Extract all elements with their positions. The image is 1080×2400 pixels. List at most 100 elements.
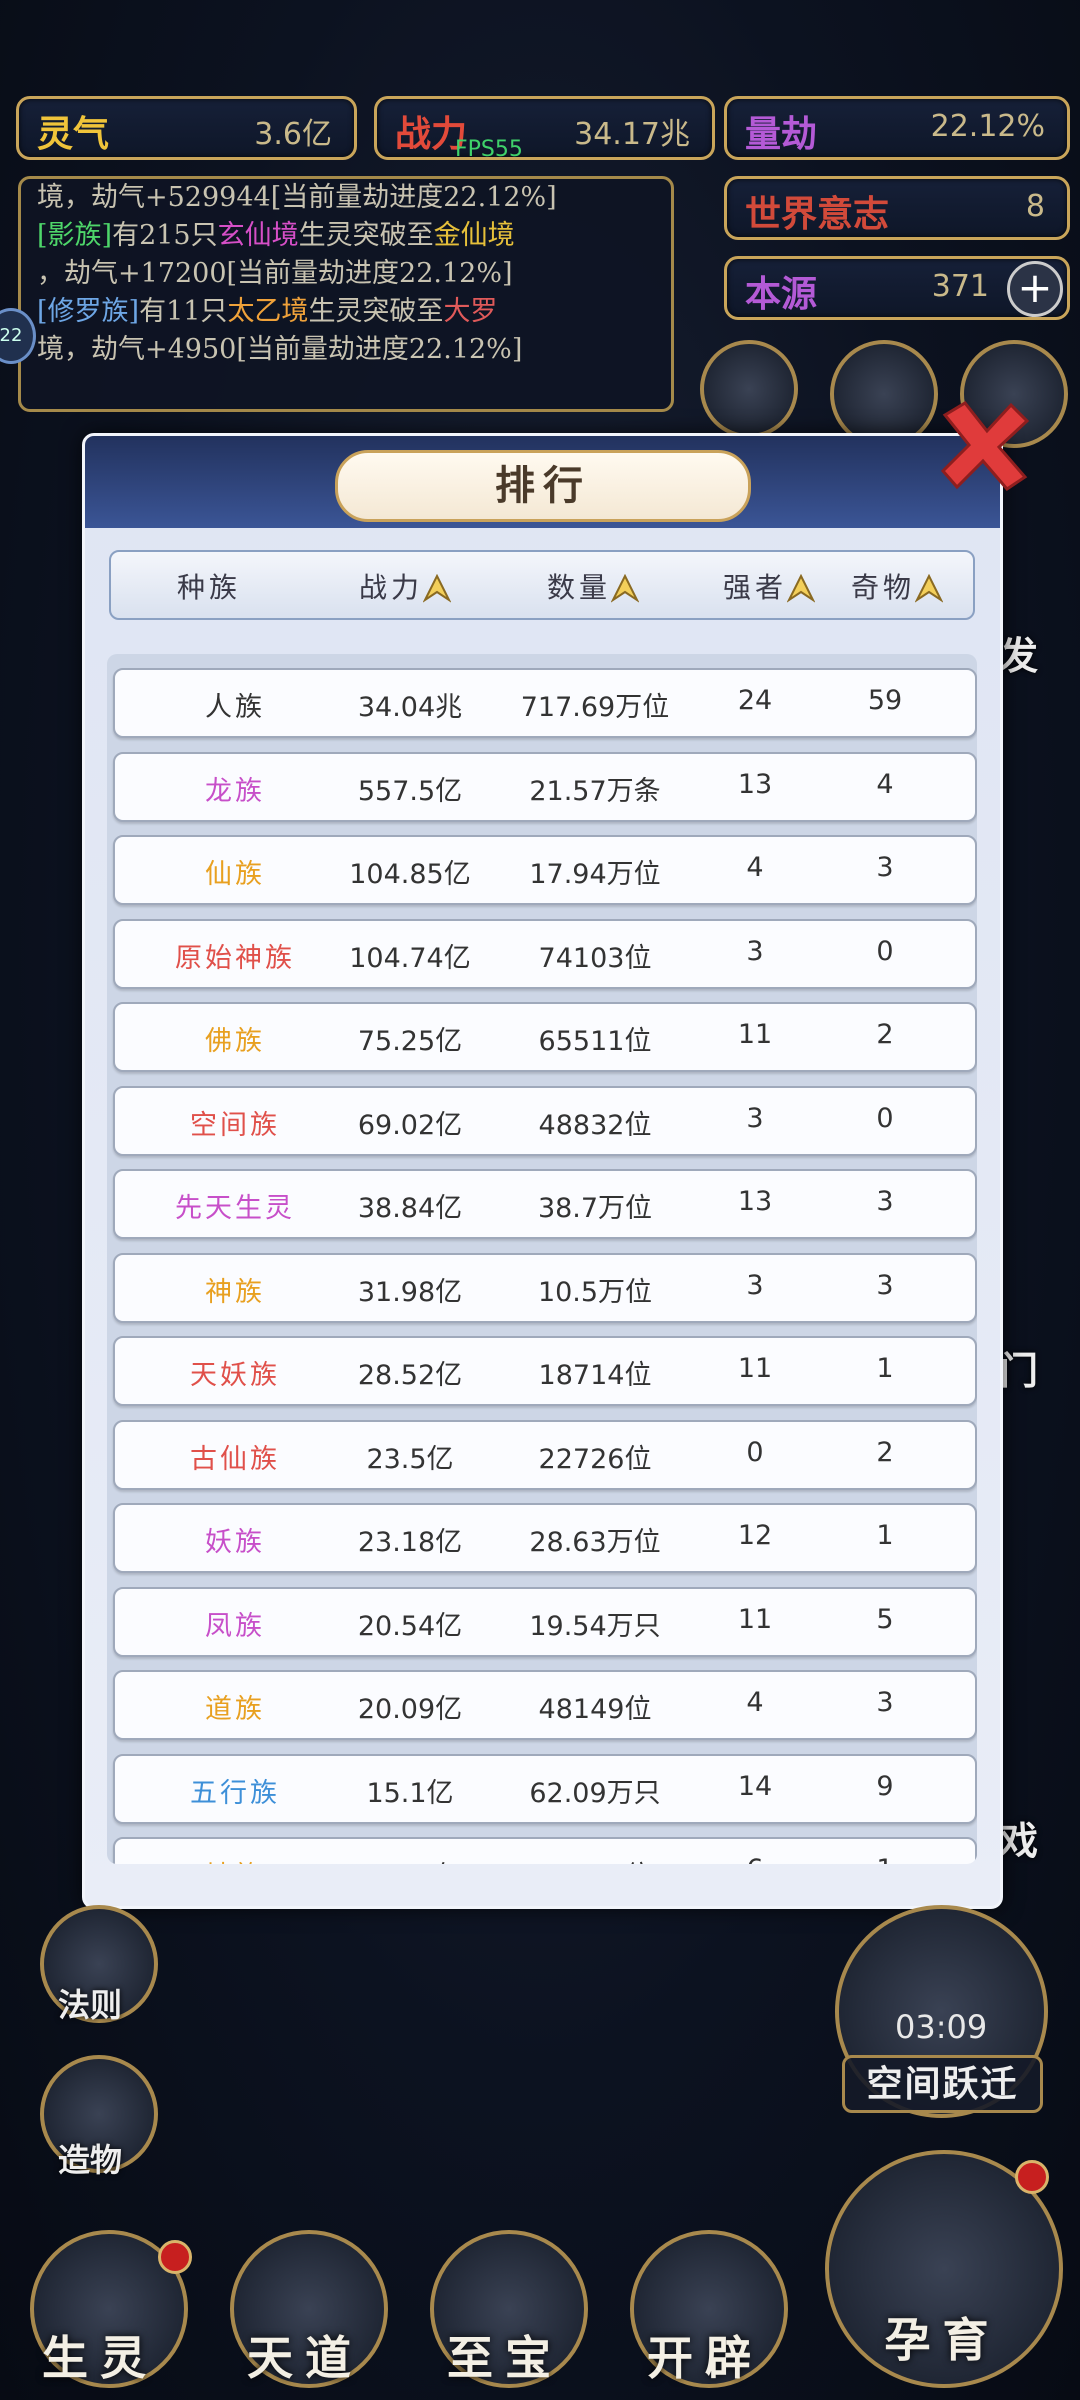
notification-dot <box>1015 2160 1049 2194</box>
treasure-value: 2 <box>876 1019 894 1050</box>
zhanli-stat: 战力 34.17兆 <box>374 96 715 160</box>
count-value: 62.09万只 <box>529 1777 661 1809</box>
close-icon[interactable] <box>935 395 1035 495</box>
table-row[interactable]: 天妖族 28.52亿 18714位 11 1 <box>113 1336 977 1406</box>
table-row[interactable]: 空间族 69.02亿 48832位 3 0 <box>113 1085 977 1156</box>
faze-label[interactable]: 法则 <box>58 1980 122 2026</box>
benyuan-stat: 本源 371 + <box>724 256 1070 320</box>
fa-label[interactable]: 发 <box>1000 625 1038 680</box>
strong-value: 13 <box>737 768 773 800</box>
notification-dot <box>158 2240 192 2274</box>
treasure-value: 0 <box>876 935 894 967</box>
treasure-value: 4 <box>876 768 894 800</box>
orb-icon[interactable] <box>830 340 938 448</box>
nav-label: 生灵 <box>42 2331 158 2385</box>
power-value: 104.85亿 <box>349 859 471 890</box>
space-jump-label[interactable]: 空间跃迁 <box>842 2055 1043 2113</box>
nav-label: 开辟 <box>647 2331 763 2385</box>
strong-value: 11 <box>737 1019 773 1050</box>
nav-label: 天道 <box>247 2331 363 2385</box>
treasure-value: 0 <box>876 1102 894 1134</box>
panel-title: 排行 <box>335 450 751 522</box>
benyuan-value: 371 <box>931 269 989 304</box>
orb-icon[interactable] <box>700 340 798 438</box>
power-value: 38.84亿 <box>357 1193 463 1224</box>
add-icon[interactable]: + <box>1007 261 1063 317</box>
ranking-panel: 排行 种族 战力 数量 强者 奇物 人族 34.04兆 717.69万位 24 59 龙族… <box>82 433 1003 1909</box>
strong-value: 3 <box>746 935 764 967</box>
treasure-value: 1 <box>825 1854 945 1864</box>
fps-counter: FPS55 <box>455 137 523 162</box>
power-value: 23.5亿 <box>366 1443 454 1475</box>
header-treasure[interactable]: 奇物 <box>851 566 944 606</box>
count-value: 74103位 <box>538 942 652 974</box>
power-value: 75.25亿 <box>357 1026 463 1057</box>
liangjie-stat[interactable]: 量劫 22.12% <box>724 96 1070 160</box>
log-line: 境，劫气+529944[当前量劫进度22.12%] <box>37 182 557 213</box>
count-value: 21.57万条 <box>529 775 661 807</box>
nav-zhibao[interactable]: 至宝 <box>405 2210 605 2400</box>
table-row[interactable]: 凤族 20.54亿 19.54万只 11 5 <box>113 1586 977 1657</box>
power-value: 15.1亿 <box>366 1777 454 1809</box>
strong-value: 4 <box>746 852 764 883</box>
count-value: 65511位 <box>538 1026 652 1057</box>
table-row[interactable]: 原始神族 104.74亿 74103位 3 0 <box>113 918 977 989</box>
log-line: 境，劫气+4950[当前量劫进度22.12%] <box>37 334 523 365</box>
nav-tiandao[interactable]: 天道 <box>205 2210 405 2400</box>
count-value: 10.5万位 <box>537 1276 653 1308</box>
treasure-value: 1 <box>876 1353 894 1384</box>
treasure-value: 3 <box>876 1687 894 1718</box>
nav-label: 至宝 <box>447 2331 563 2385</box>
power-value: 34.04兆 <box>357 692 463 723</box>
count-value: 47442位 <box>480 1854 710 1864</box>
table-row[interactable]: 先天生灵 38.84亿 38.7万位 13 3 <box>113 1169 977 1239</box>
sort-arrow-icon <box>787 573 816 603</box>
power-value: 69.02亿 <box>357 1109 463 1141</box>
table-row[interactable]: 妖族 23.18亿 28.63万位 12 1 <box>113 1503 977 1573</box>
table-row[interactable]: 古仙族 23.5亿 22726位 0 2 <box>113 1419 977 1490</box>
treasure-value: 9 <box>876 1770 894 1802</box>
zaowu-label[interactable]: 造物 <box>58 2135 122 2181</box>
table-row[interactable]: 道族 20.09亿 48149位 4 3 <box>113 1670 977 1740</box>
log-line: [影族]有215只玄仙境生灵突破至金仙境 <box>37 220 515 251</box>
header-count[interactable]: 数量 <box>547 566 640 606</box>
strong-value: 3 <box>746 1102 764 1134</box>
event-log: 境，劫气+529944[当前量劫进度22.12%] [影族]有215只玄仙境生灵… <box>18 176 674 412</box>
table-row[interactable]: 仙族 104.85亿 17.94万位 4 3 <box>113 835 977 905</box>
header-strong[interactable]: 强者 <box>723 566 816 606</box>
sort-arrow-icon <box>915 573 944 603</box>
power-value: 104.74亿 <box>349 942 471 974</box>
benyuan-label: 本源 <box>745 273 818 315</box>
shijie-value: 8 <box>1025 189 1045 224</box>
treasure-value: 3 <box>876 1269 894 1301</box>
count-value: 717.69万位 <box>520 692 670 723</box>
treasure-value: 1 <box>876 1520 894 1551</box>
treasure-value: 2 <box>876 1436 894 1468</box>
nav-kaipi[interactable]: 开辟 <box>605 2210 805 2400</box>
table-row[interactable]: 龙族 557.5亿 21.57万条 13 4 <box>113 751 977 822</box>
strong-value: 12 <box>737 1520 773 1551</box>
table-row[interactable]: 地族14.89亿47442位61 <box>113 1837 977 1864</box>
column-header: 种族 战力 数量 强者 奇物 <box>109 550 975 620</box>
treasure-value: 3 <box>876 1186 894 1217</box>
table-row[interactable]: 人族 34.04兆 717.69万位 24 59 <box>113 668 977 738</box>
treasure-value: 5 <box>876 1603 894 1635</box>
lingqi-stat: 灵气 3.6亿 <box>16 96 357 160</box>
treasure-value: 3 <box>876 852 894 883</box>
power-value: 20.54亿 <box>357 1610 463 1642</box>
nav-shengling[interactable]: 生灵 <box>0 2210 200 2400</box>
xi-label[interactable]: 戏 <box>1000 1810 1038 1865</box>
strong-value: 4 <box>746 1687 764 1718</box>
header-power[interactable]: 战力 <box>359 566 452 606</box>
nav-yunyu[interactable]: 孕育 <box>815 2140 1070 2400</box>
count-value: 48149位 <box>538 1694 652 1725</box>
shijie-stat[interactable]: 世界意志 8 <box>724 176 1070 240</box>
table-row[interactable]: 神族 31.98亿 10.5万位 3 3 <box>113 1252 977 1323</box>
men-label[interactable]: 门 <box>1000 1340 1038 1395</box>
log-line: ，劫气+17200[当前量劫进度22.12%] <box>37 258 513 289</box>
power-value: 557.5亿 <box>357 775 463 807</box>
lingqi-label: 灵气 <box>37 113 110 155</box>
ranking-list[interactable]: 人族 34.04兆 717.69万位 24 59 龙族 557.5亿 21.57万条 13 4 仙族… <box>107 654 977 1864</box>
table-row[interactable]: 佛族 75.25亿 65511位 11 2 <box>113 1002 977 1072</box>
table-row[interactable]: 五行族 15.1亿 62.09万只 14 9 <box>113 1753 977 1824</box>
